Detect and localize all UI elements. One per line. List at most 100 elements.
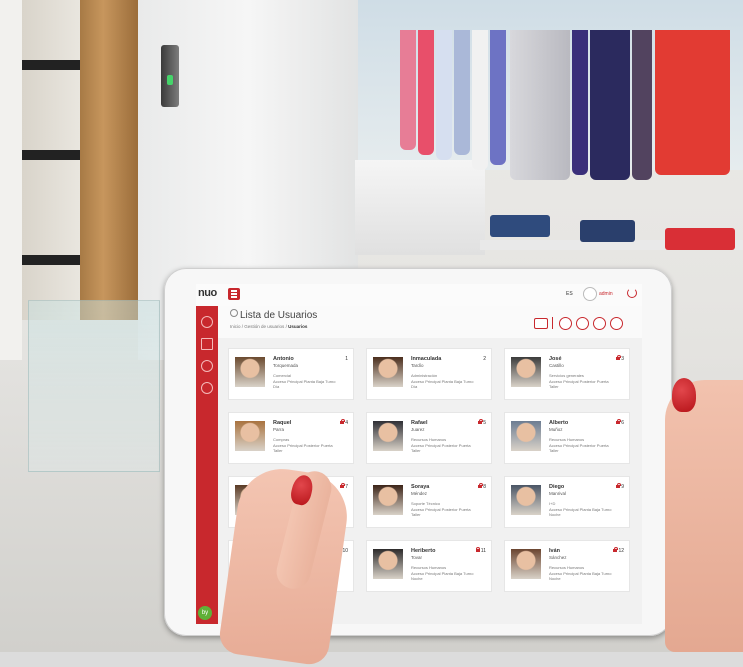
- garment: [436, 30, 452, 160]
- page-title-text: Lista de Usuarios: [240, 310, 318, 321]
- user-first-name: Rafael: [411, 420, 428, 426]
- user-first-name: Heriberto: [411, 548, 436, 554]
- folded-clothes: [490, 215, 550, 237]
- user-access: Acceso Principal Posterior Puerta Taller: [411, 443, 471, 453]
- user-access: Acceso Principal Planta Baja Turno Día: [411, 379, 474, 389]
- user-card[interactable]: Antonio Torquemada Comercial Acceso Princip…: [228, 348, 354, 400]
- user-number: 8: [478, 482, 486, 490]
- user-department: Administración: [411, 373, 438, 378]
- lock-icon: [616, 482, 621, 488]
- document-icon[interactable]: [201, 338, 213, 350]
- user-department: Soporte Técnico: [411, 501, 441, 506]
- user-department: Comercial: [273, 373, 292, 378]
- display-counter: [355, 160, 485, 255]
- user-last-name: Torquemada: [273, 363, 299, 368]
- user-access: Acceso Principal Posterior Puerta Taller: [273, 443, 333, 453]
- user-first-name: Soraya: [411, 484, 430, 490]
- toolbar-divider: [552, 317, 553, 329]
- user-photo: [511, 421, 541, 451]
- user-card[interactable]: Alberto Muñoz Recursos Humanos Acceso Princ…: [504, 412, 630, 464]
- garment: [490, 30, 506, 165]
- user-number: 7: [340, 482, 348, 490]
- user-number: 11: [475, 546, 486, 554]
- user-photo: [373, 357, 403, 387]
- user-number: 3: [616, 354, 624, 362]
- language-selector[interactable]: ES: [566, 291, 573, 297]
- dashboard-icon[interactable]: [201, 316, 213, 328]
- page-header: Lista de Usuarios Inicio / Gestión de us…: [218, 306, 642, 338]
- user-first-name: Alberto: [549, 420, 569, 426]
- lock-icon: [478, 418, 483, 424]
- user-card[interactable]: Iván Sánchez Recursos Humanos Acceso Princi…: [504, 540, 630, 592]
- user-photo: [511, 357, 541, 387]
- user-first-name: Raquel: [273, 420, 292, 426]
- user-last-name: Méndez: [411, 491, 428, 496]
- garment: [454, 30, 470, 155]
- user-department: I+D: [549, 501, 556, 506]
- lock-icon: [616, 354, 621, 360]
- power-icon[interactable]: [627, 288, 637, 298]
- puffer-jacket: [510, 30, 570, 180]
- user-number: 4: [340, 418, 348, 426]
- user-card[interactable]: Rafael Juarez Recursos Humanos Acceso Princ…: [366, 412, 492, 464]
- user-access: Acceso Principal Planta Baja Turno Noche: [549, 507, 612, 517]
- lock-icon: [616, 418, 621, 424]
- garment: [418, 30, 434, 155]
- user-card[interactable]: Heriberto Tovar Recursos Humanos Acceso Pri…: [366, 540, 492, 592]
- user-photo: [373, 421, 403, 451]
- list-icon[interactable]: [534, 318, 548, 329]
- user-first-name: Inmaculada: [411, 356, 442, 362]
- user-card[interactable]: José Castillo Servicios generales Acceso Pr…: [504, 348, 630, 400]
- avatar-icon[interactable]: [583, 287, 597, 301]
- user-last-name: Parra: [273, 427, 285, 432]
- user-card[interactable]: Inmaculada Tardío Administración Acceso Pri…: [366, 348, 492, 400]
- refresh-icon[interactable]: [576, 317, 589, 330]
- back-icon[interactable]: [610, 317, 623, 330]
- breadcrumb-current: Usuarios: [288, 324, 308, 329]
- user-number: 5: [478, 418, 486, 426]
- user-access: Acceso Principal Posterior Puerta Taller: [549, 443, 609, 453]
- user-department: Recursos Humanos: [549, 437, 585, 442]
- user-card[interactable]: Soraya Méndez Soporte Técnico Acceso Princi…: [366, 476, 492, 528]
- user-department: Servicios generales: [549, 373, 584, 378]
- user-last-name: Juarez: [411, 427, 425, 432]
- access-reader-device: [161, 45, 179, 107]
- user-last-name: Castillo: [549, 363, 564, 368]
- user-department: Recursos Humanos: [411, 565, 447, 570]
- camera-icon[interactable]: [559, 317, 572, 330]
- user-access: Acceso Principal Posterior Puerta Taller: [411, 507, 471, 517]
- user-first-name: Diego: [549, 484, 565, 490]
- user-card[interactable]: Diego Manrival I+D Acceso Principal Planta …: [504, 476, 630, 528]
- folded-clothes: [580, 220, 635, 242]
- menu-icon[interactable]: [228, 288, 240, 300]
- user-last-name: Tardío: [411, 363, 424, 368]
- user-last-name: Sánchez: [549, 555, 567, 560]
- sync-icon[interactable]: [593, 317, 606, 330]
- user-photo: [511, 485, 541, 515]
- user-first-name: José: [549, 356, 562, 362]
- search-icon[interactable]: [201, 360, 213, 372]
- top-bar: nuo ES admin: [196, 284, 642, 307]
- user-number: 6: [616, 418, 624, 426]
- user-number: 2: [483, 356, 486, 362]
- red-sweater: [655, 30, 730, 175]
- lock-icon: [613, 546, 618, 552]
- by-badge[interactable]: by: [198, 606, 212, 620]
- user-department: Recursos Humanos: [411, 437, 447, 442]
- user-department: Compras: [273, 437, 290, 442]
- breadcrumb-management[interactable]: Gestión de usuarios: [244, 324, 284, 329]
- breadcrumb-home[interactable]: Inicio: [230, 324, 241, 329]
- folded-clothes: [665, 228, 735, 250]
- user-photo: [373, 549, 403, 579]
- garment: [590, 30, 630, 180]
- lock-icon: [340, 418, 345, 424]
- user-access: Acceso Principal Planta Baja Turno Noche: [549, 571, 612, 581]
- user-last-name: Tovar: [411, 555, 423, 560]
- sidebar: by: [196, 306, 218, 624]
- user-access: Acceso Principal Planta Baja Turno Día: [273, 379, 336, 389]
- user-photo: [235, 421, 265, 451]
- user-card[interactable]: Raquel Parra Compras Acceso Principal Poste…: [228, 412, 354, 464]
- user-menu[interactable]: admin: [599, 291, 613, 297]
- settings-icon[interactable]: [201, 382, 213, 394]
- user-photo: [373, 485, 403, 515]
